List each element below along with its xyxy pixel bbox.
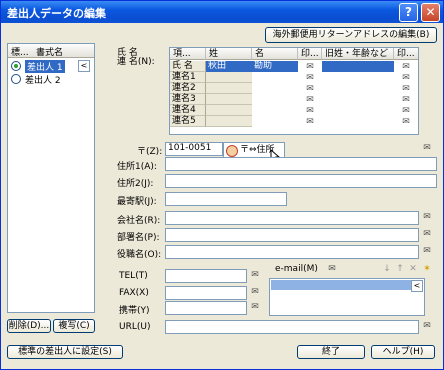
stamp-icon[interactable]: ✉ — [400, 95, 412, 105]
set-default-sender-button[interactable]: 標準の差出人に設定(S) — [7, 345, 123, 359]
department-field[interactable] — [165, 228, 419, 242]
face-icon — [226, 145, 238, 157]
email-label: e-mail(M) — [275, 264, 318, 274]
extra-cell[interactable] — [322, 61, 394, 72]
sender-name: 差出人 2 — [25, 76, 61, 86]
list-header-format-name[interactable]: 書式名 — [36, 45, 63, 58]
list-header-standard[interactable]: 標... — [11, 45, 29, 58]
email-list[interactable]: < — [269, 278, 425, 316]
fax-label: FAX(X) — [119, 288, 149, 298]
chevron-left-icon[interactable]: < — [78, 60, 90, 72]
stamp-icon[interactable]: ✉ — [304, 73, 316, 83]
delete-button[interactable]: 削除(D)... — [7, 319, 51, 333]
address2-label: 住所2(J): — [117, 179, 154, 189]
row-header[interactable]: 氏 名 — [170, 61, 206, 72]
mobile-field[interactable] — [165, 301, 247, 315]
stamp-icon[interactable]: ✉ — [249, 302, 261, 312]
postal-field[interactable]: 101-0051 — [165, 142, 223, 156]
stamp-icon[interactable]: ✉ — [249, 287, 261, 297]
address1-field[interactable] — [165, 157, 437, 171]
copy-button[interactable]: 複写(C) — [53, 319, 95, 333]
stamp-icon[interactable]: ✉ — [421, 212, 433, 222]
department-label: 部署名(P): — [117, 233, 160, 243]
email-selected-row[interactable] — [271, 280, 411, 290]
help-title-button[interactable]: ? — [399, 3, 418, 22]
up-arrow-icon[interactable]: ↑ — [394, 264, 406, 274]
list-item[interactable]: 差出人 2 — [8, 73, 94, 86]
add-star-icon[interactable]: ✶ — [421, 264, 433, 274]
company-label: 会社名(R): — [117, 216, 161, 226]
sender-list-header: 標... 書式名 — [8, 44, 94, 58]
stamp-icon[interactable]: ✉ — [421, 246, 433, 256]
row-header[interactable]: 連名1 — [170, 72, 206, 83]
return-address-edit-button[interactable]: 海外郵便用リターンアドレスの編集(B) — [265, 27, 437, 43]
station-label: 最寄駅(J): — [117, 197, 157, 207]
sei-cell[interactable] — [206, 83, 252, 94]
row-header[interactable]: 連名4 — [170, 105, 206, 116]
window-title: 差出人データの編集 — [7, 7, 106, 20]
stamp-icon[interactable]: ✉ — [400, 62, 412, 72]
stamp-icon[interactable]: ✉ — [400, 106, 412, 116]
sei-cell[interactable] — [206, 116, 252, 127]
tel-label: TEL(T) — [119, 271, 148, 281]
stamp-icon[interactable]: ✉ — [421, 143, 433, 153]
sender-name: 差出人 1 — [25, 60, 65, 73]
stamp-icon[interactable]: ✉ — [304, 84, 316, 94]
title-bar: 差出人データの編集 ? ✕ — [1, 1, 443, 23]
row-header[interactable]: 連名3 — [170, 94, 206, 105]
stamp-icon[interactable]: ✉ — [421, 321, 433, 331]
stamp-icon[interactable]: ✉ — [400, 117, 412, 127]
title-label: 役職名(O): — [117, 250, 162, 260]
address1-label: 住所1(A): — [117, 162, 157, 172]
help-button[interactable]: ヘルプ(H) — [371, 345, 435, 359]
close-button[interactable]: ✕ — [421, 3, 440, 22]
address2-field[interactable] — [165, 174, 437, 188]
col-item[interactable]: 項... — [170, 48, 206, 60]
row-header[interactable]: 連名2 — [170, 83, 206, 94]
url-label: URL(U) — [119, 322, 151, 332]
joint-name-label: 連 名(N): — [117, 57, 155, 67]
name-grid[interactable]: 項... 姓 名 印... 旧姓・年齢など 印... 氏 名 連名1 連名2 連… — [169, 47, 419, 135]
delete-x-icon[interactable]: ✕ — [407, 264, 419, 274]
postal-value: 101-0051 — [168, 143, 212, 153]
station-field[interactable] — [165, 192, 287, 206]
stamp-icon[interactable]: ✉ — [400, 73, 412, 83]
sei-cell[interactable] — [206, 105, 252, 116]
list-item[interactable]: 差出人 1 < — [8, 60, 94, 73]
stamp-icon[interactable]: ✉ — [304, 117, 316, 127]
col-extra[interactable]: 旧姓・年齢など — [322, 48, 394, 60]
mei-cell[interactable]: 勘助 — [252, 61, 298, 72]
row-header[interactable]: 連名5 — [170, 116, 206, 127]
postal-label: 〒(Z): — [137, 147, 163, 157]
fax-field[interactable] — [165, 286, 247, 300]
radio-icon[interactable] — [11, 61, 21, 71]
company-field[interactable] — [165, 211, 419, 225]
title-field[interactable] — [165, 245, 419, 259]
col-stamp2[interactable]: 印... — [394, 48, 418, 60]
sei-cell[interactable] — [206, 94, 252, 105]
stamp-icon[interactable]: ✉ — [421, 229, 433, 239]
col-sei[interactable]: 姓 — [206, 48, 252, 60]
tel-field[interactable] — [165, 269, 247, 283]
col-stamp1[interactable]: 印... — [298, 48, 322, 60]
mobile-label: 携帯(Y) — [119, 306, 150, 316]
stamp-icon[interactable]: ✉ — [304, 95, 316, 105]
finish-button[interactable]: 終了 — [297, 345, 365, 359]
sei-cell[interactable]: 秋田 — [206, 61, 252, 72]
stamp-icon[interactable]: ✉ — [304, 106, 316, 116]
radio-icon[interactable] — [11, 74, 21, 84]
sei-cell[interactable] — [206, 72, 252, 83]
stamp-icon[interactable]: ✉ — [304, 62, 316, 72]
col-mei[interactable]: 名 — [252, 48, 298, 60]
dialog-window: 差出人データの編集 ? ✕ 海外郵便用リターンアドレスの編集(B) 標... 書… — [0, 0, 444, 370]
sender-list[interactable]: 標... 書式名 差出人 1 < 差出人 2 — [7, 43, 95, 313]
chevron-left-icon[interactable]: < — [411, 280, 423, 292]
stamp-icon[interactable]: ✉ — [400, 84, 412, 94]
down-arrow-icon[interactable]: ↓ — [381, 264, 393, 274]
stamp-icon[interactable]: ✉ — [249, 270, 261, 280]
url-field[interactable] — [165, 320, 419, 334]
stamp-icon[interactable]: ✉ — [326, 264, 338, 274]
